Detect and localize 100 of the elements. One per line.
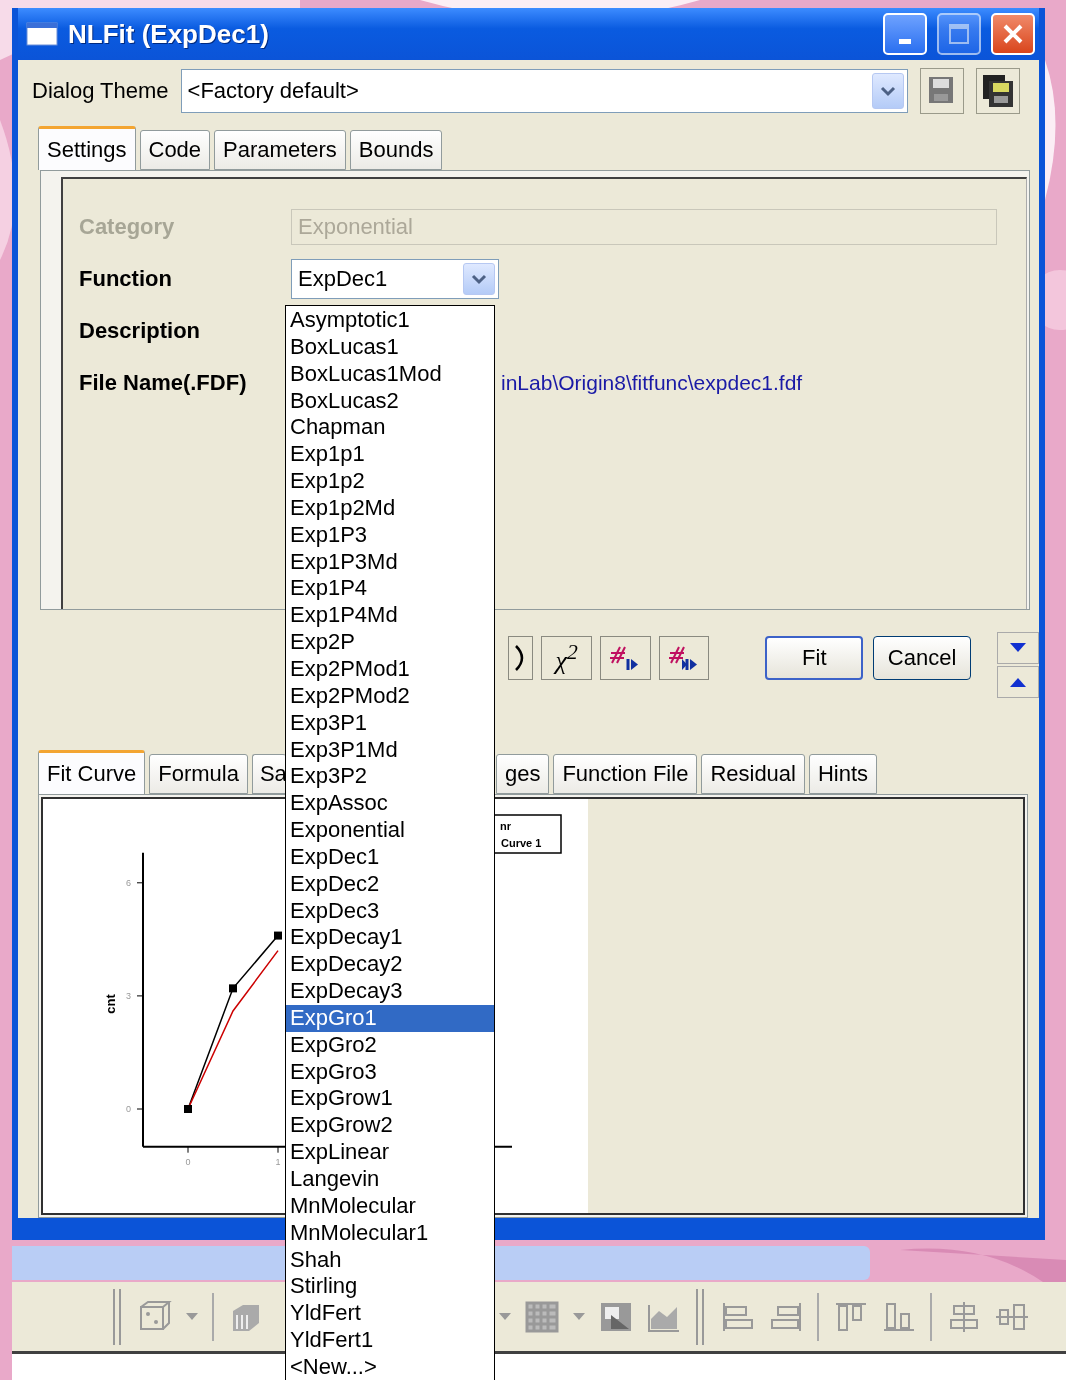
list-item[interactable]: ExpAssoc <box>286 790 494 818</box>
save-all-icon <box>981 74 1014 108</box>
list-item[interactable]: Shah <box>286 1246 494 1274</box>
close-button[interactable] <box>991 13 1035 55</box>
list-item[interactable]: Langevin <box>286 1166 494 1193</box>
list-item[interactable]: Exp3P1 <box>286 709 494 737</box>
list-item[interactable]: Exp2PMod2 <box>286 682 494 710</box>
save-theme-as-button[interactable] <box>975 68 1020 114</box>
list-item[interactable]: ExpDecay2 <box>286 951 494 979</box>
data-point <box>229 984 237 993</box>
list-item[interactable]: MnMolecular1 <box>286 1219 494 1247</box>
collapse-button[interactable] <box>997 632 1039 664</box>
list-item[interactable]: Exp1p2 <box>286 468 494 495</box>
cancel-button[interactable]: Cancel <box>873 636 971 680</box>
align-right-icon[interactable] <box>769 1300 803 1333</box>
tab[interactable]: Code <box>139 130 211 170</box>
list-item[interactable]: ExpDec2 <box>286 870 494 898</box>
iterate-button[interactable] <box>658 636 710 680</box>
list-item[interactable]: Exp1P4Md <box>286 602 494 630</box>
list-item[interactable]: BoxLucas1Mod <box>286 360 494 388</box>
list-item[interactable]: Exponential <box>286 817 494 844</box>
data-point <box>184 1105 192 1113</box>
dropdown-button[interactable] <box>871 73 904 109</box>
file-name-label: File Name(.FDF) <box>79 370 248 396</box>
x-tick-label: 1 <box>275 1157 281 1167</box>
list-item[interactable]: ExpDec3 <box>286 897 494 925</box>
partial-button[interactable] <box>508 636 534 680</box>
list-item[interactable]: ExpGro3 <box>286 1058 494 1086</box>
chi-square-button[interactable]: χ$^{2}$ <box>541 636 593 680</box>
list-item[interactable]: Exp1P3 <box>286 521 494 549</box>
toolbar-separator-icon <box>930 1292 933 1341</box>
align-top-icon[interactable] <box>834 1300 868 1333</box>
list-item[interactable]: Exp2PMod1 <box>286 655 494 683</box>
align-left-icon[interactable] <box>721 1300 755 1333</box>
x-tick-label: 0 <box>185 1157 191 1167</box>
triangle-down-icon <box>1008 642 1028 654</box>
list-item[interactable]: ExpGro1 <box>286 1004 494 1032</box>
function-dropdown[interactable]: ExpDec1 <box>291 259 499 299</box>
list-item[interactable]: Exp1p2Md <box>286 494 494 522</box>
center-vertical-icon[interactable] <box>947 1300 981 1333</box>
tab[interactable]: Bounds <box>349 130 443 170</box>
file-path: inLab\Origin8\fitfunc\expdec1.fdf <box>501 371 803 395</box>
maximize-icon <box>948 23 970 45</box>
list-item[interactable]: BoxLucas1 <box>286 333 494 361</box>
list-item[interactable]: Exp1P3Md <box>286 548 494 576</box>
window-icon <box>26 22 58 46</box>
list-item[interactable]: Exp1p1 <box>286 441 494 469</box>
list-item[interactable]: BoxLucas2 <box>286 387 494 415</box>
caret-icon[interactable] <box>186 1312 198 1321</box>
tab[interactable]: Formula <box>149 754 248 794</box>
list-item[interactable]: Exp2P <box>286 629 494 656</box>
list-item[interactable]: Asymptotic1 <box>286 307 494 334</box>
tab[interactable]: Fit Curve <box>38 750 146 794</box>
list-item[interactable]: YldFert <box>286 1300 494 1328</box>
list-item[interactable]: Exp1P4 <box>286 575 494 603</box>
list-item[interactable]: ExpGrow1 <box>286 1085 494 1113</box>
caret-icon[interactable] <box>499 1312 511 1321</box>
tab[interactable]: Sa <box>251 754 286 794</box>
dropdown-button[interactable] <box>463 263 495 295</box>
list-item[interactable]: ExpLinear <box>286 1139 494 1166</box>
legend-label: Curve 1 <box>501 837 542 849</box>
expand-button[interactable] <box>997 666 1039 698</box>
minimize-button[interactable] <box>883 13 927 55</box>
list-item[interactable]: ExpGrow2 <box>286 1112 494 1140</box>
caret-icon[interactable] <box>573 1312 585 1321</box>
save-theme-button[interactable] <box>919 68 964 114</box>
list-item[interactable]: Chapman <box>286 414 494 442</box>
tab[interactable]: Function File <box>553 754 698 794</box>
align-bottom-icon[interactable] <box>882 1300 916 1333</box>
close-icon <box>1002 23 1024 45</box>
tab[interactable]: Settings <box>38 126 136 170</box>
dice-icon[interactable] <box>138 1300 172 1333</box>
grid-icon[interactable] <box>525 1300 559 1333</box>
dialog-theme-dropdown[interactable]: <Factory default> <box>180 69 908 113</box>
list-item[interactable]: Stirling <box>286 1273 494 1301</box>
list-item[interactable]: ExpDec1 <box>286 843 494 871</box>
tab[interactable]: Hints <box>809 754 878 794</box>
tab[interactable]: ges <box>495 754 550 794</box>
chevron-down-icon <box>471 273 487 285</box>
tab[interactable]: Residual <box>701 754 805 794</box>
list-item[interactable]: ExpDecay1 <box>286 924 494 952</box>
image-icon[interactable] <box>599 1300 633 1333</box>
triangle-up-icon <box>1008 676 1028 688</box>
dialog-theme-label: Dialog Theme <box>32 78 169 104</box>
toolbar-separator-icon <box>212 1292 215 1341</box>
chevron-down-icon <box>879 85 896 97</box>
list-item[interactable]: Exp3P2 <box>286 763 494 791</box>
list-item[interactable]: Exp3P1Md <box>286 736 494 764</box>
tab[interactable]: Parameters <box>214 130 346 170</box>
description-label: Description <box>79 318 202 344</box>
list-item[interactable]: ExpGro2 <box>286 1031 494 1059</box>
fit-button[interactable]: Fit <box>765 636 864 680</box>
list-item[interactable]: MnMolecular <box>286 1192 494 1220</box>
y-tick-label: 6 <box>126 877 131 888</box>
legend-title: nr <box>500 820 511 832</box>
iterate-button[interactable] <box>600 636 651 680</box>
list-item[interactable]: YldFert1 <box>286 1327 494 1354</box>
y-tick-label: 0 <box>126 1104 131 1114</box>
maximize-button[interactable] <box>937 13 981 55</box>
list-item[interactable]: ExpDecay3 <box>286 978 494 1005</box>
